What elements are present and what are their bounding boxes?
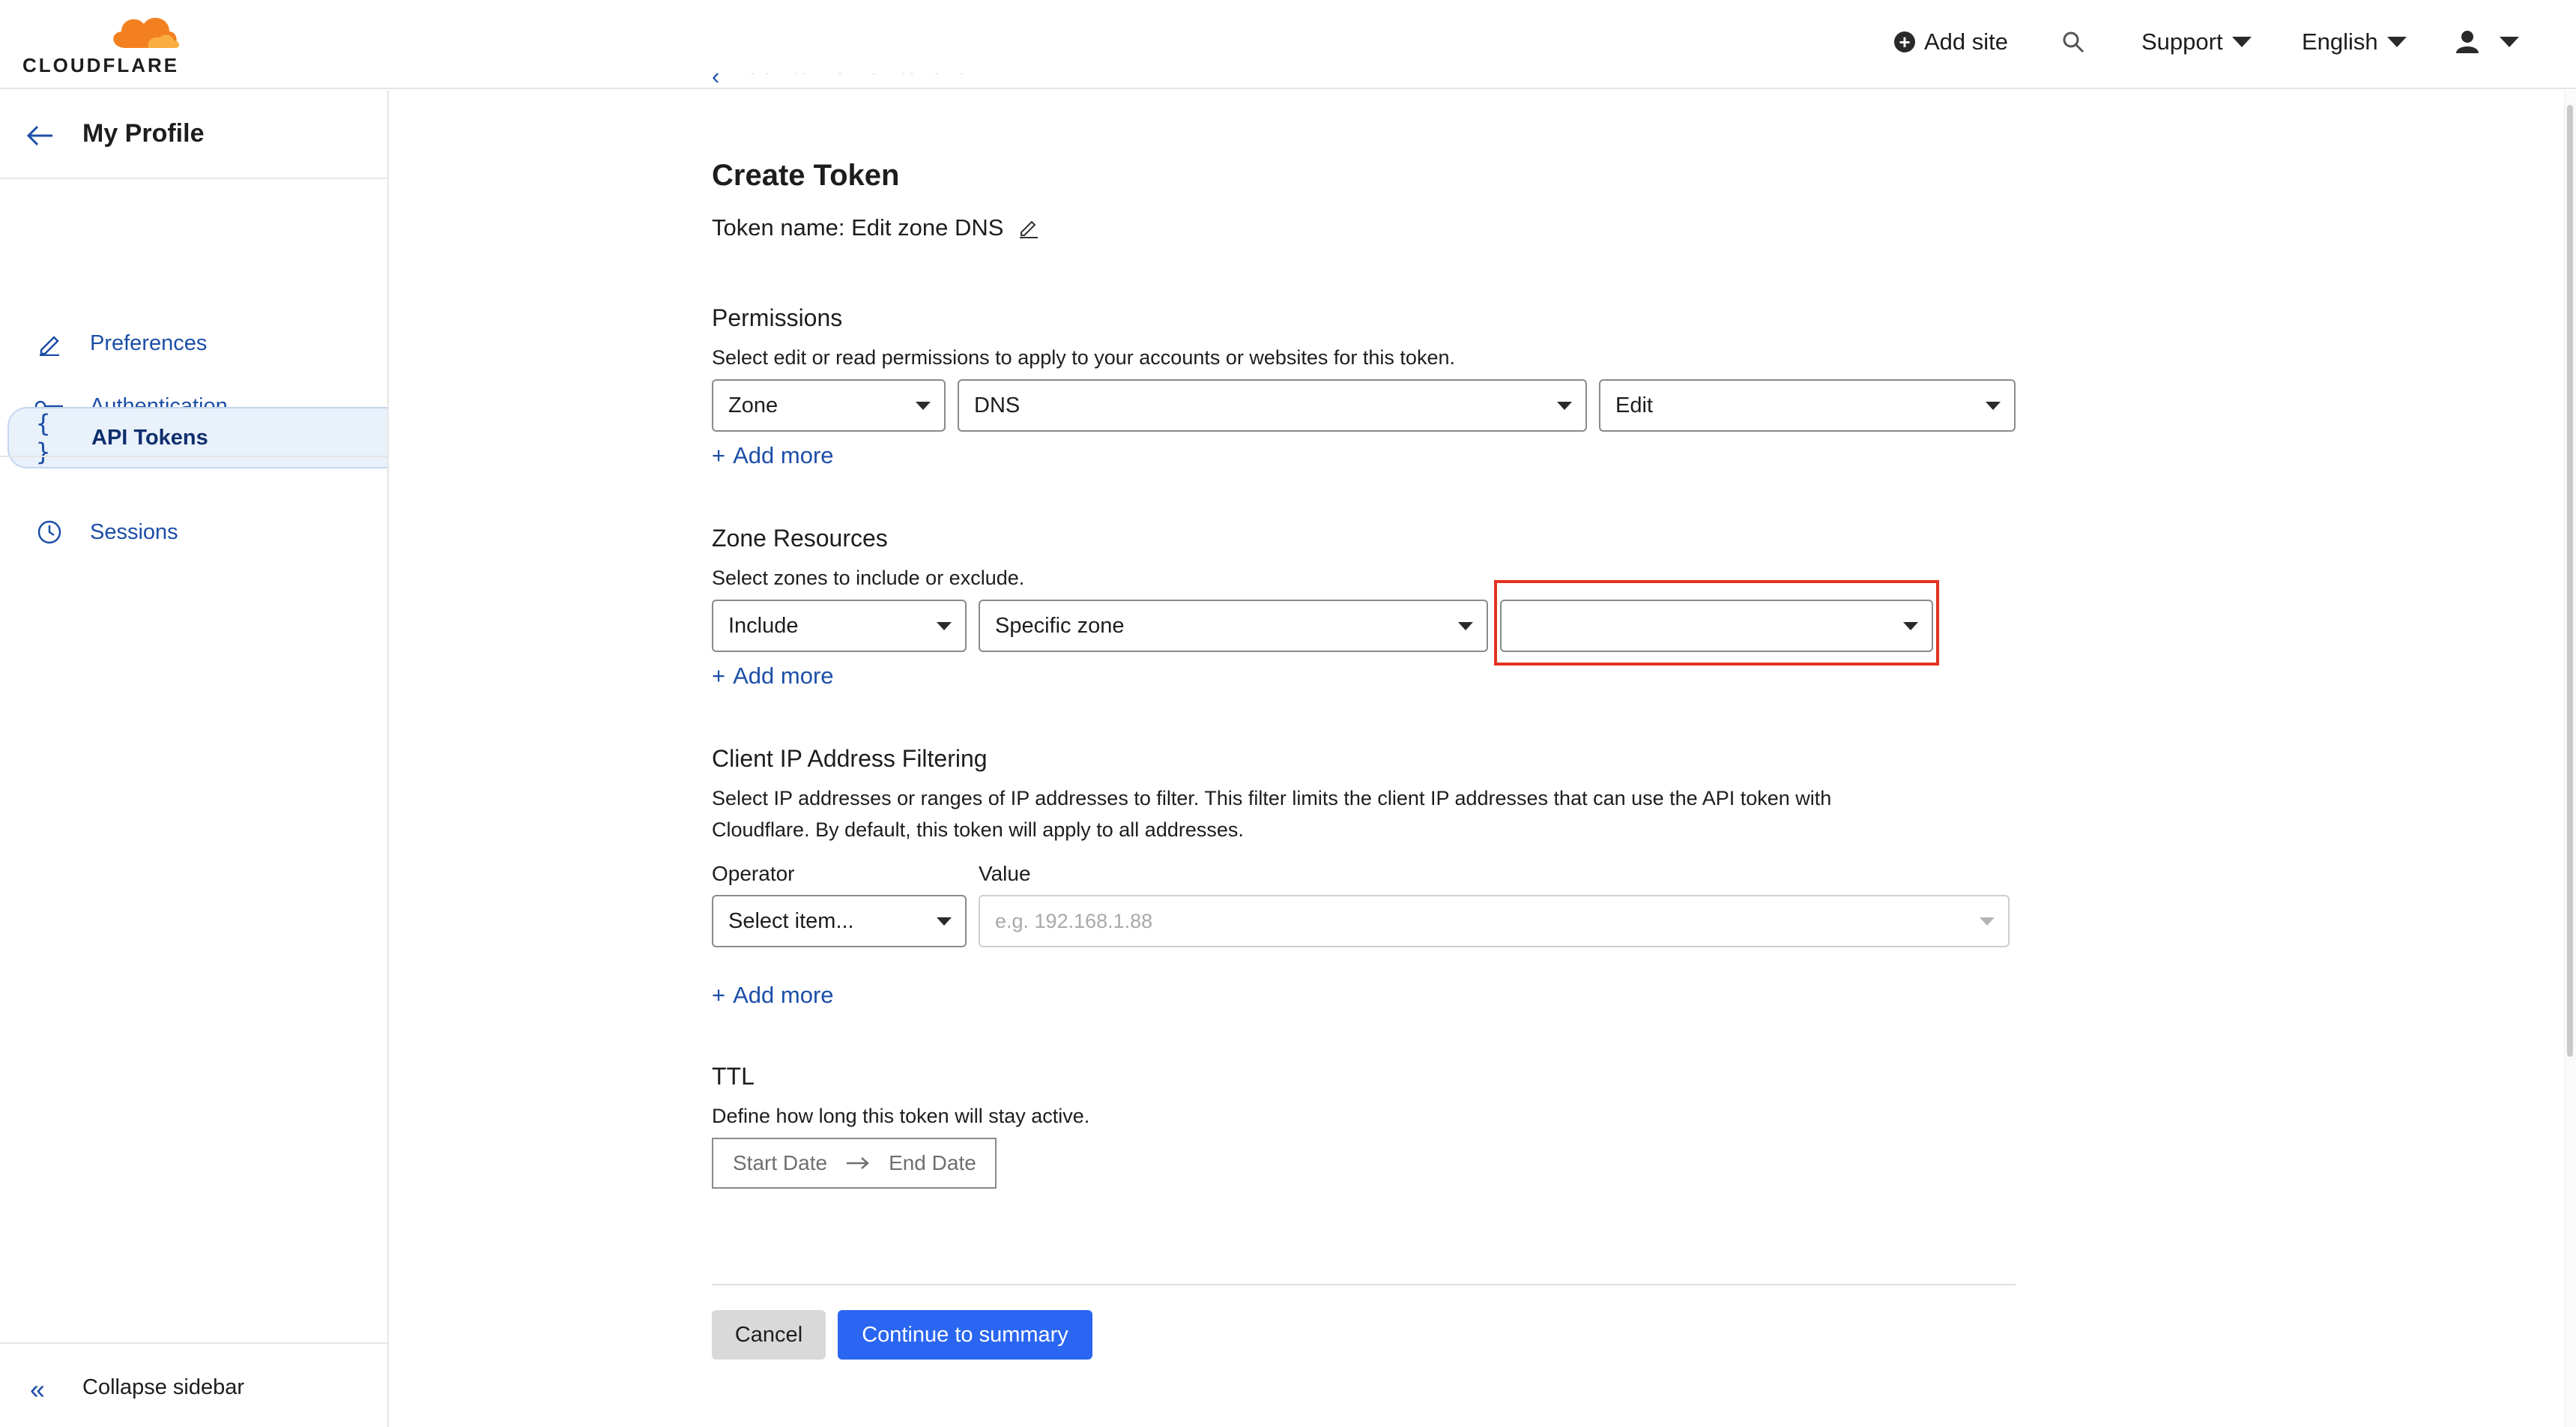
page-title: Create Token: [712, 159, 900, 192]
highlight-box: [1494, 580, 1939, 666]
select-value: Select item...: [728, 908, 854, 933]
token-name: Token name: Edit zone DNS: [712, 214, 1039, 241]
sidebar-title: My Profile: [82, 119, 205, 148]
plus-icon: +: [712, 663, 726, 689]
sidebar-divider: [0, 456, 387, 457]
sidebar-item-preferences[interactable]: Preferences: [7, 313, 387, 374]
collapse-sidebar-button[interactable]: « Collapse sidebar: [0, 1342, 387, 1427]
zone-include-select[interactable]: Include: [712, 600, 967, 652]
select-value: DNS: [974, 393, 1021, 417]
support-label: Support: [2141, 28, 2223, 55]
language-label: English: [2302, 28, 2378, 55]
sidebar-item-label: API Tokens: [91, 425, 208, 450]
chevron-down-icon: [2500, 37, 2519, 47]
arrow-left-icon[interactable]: [25, 121, 55, 151]
search-icon: [2063, 31, 2084, 53]
ip-add-more-link[interactable]: + Add more: [712, 982, 834, 1009]
chevron-down-icon: [2231, 37, 2252, 47]
cloudflare-logo[interactable]: CLOUDFLARE: [22, 10, 187, 76]
sidebar-item-label: Sessions: [90, 519, 178, 544]
ttl-date-range-picker[interactable]: Start Date End Date: [712, 1138, 997, 1189]
sidebar-item-api-tokens[interactable]: { } API Tokens: [7, 407, 387, 468]
permission-level-select[interactable]: Edit: [1599, 379, 2016, 432]
chevron-down-icon: [2386, 37, 2407, 47]
cancel-button[interactable]: Cancel: [712, 1310, 826, 1360]
footer-divider: [712, 1284, 2016, 1285]
user-icon: [2456, 31, 2479, 53]
zone-resources-title: Zone Resources: [712, 525, 888, 552]
value-placeholder: e.g. 192.168.1.88: [995, 909, 1153, 932]
sidebar-item-sessions[interactable]: Sessions: [7, 501, 387, 563]
edit-pencil-icon[interactable]: [1018, 217, 1039, 238]
token-name-text: Token name: Edit zone DNS: [712, 214, 1004, 241]
back-to-tokens-link[interactable]: ‹ Back to view all tokens: [712, 73, 967, 102]
user-menu[interactable]: [2455, 27, 2519, 57]
select-value: Include: [728, 613, 799, 638]
search-button[interactable]: [2061, 27, 2086, 57]
ttl-title: TTL: [712, 1063, 755, 1090]
cloud-icon: [113, 17, 180, 48]
collapse-sidebar-label: Collapse sidebar: [82, 1375, 245, 1399]
select-value: Edit: [1615, 393, 1653, 417]
logo-text: CLOUDFLARE: [22, 54, 180, 76]
arrow-right-icon: [847, 1157, 869, 1169]
operator-label: Operator: [712, 862, 795, 885]
chevron-down-icon: [1557, 402, 1572, 410]
select-value: Specific zone: [995, 613, 1125, 638]
value-label: Value: [979, 862, 1031, 885]
chevron-down-icon: [937, 917, 952, 926]
plus-icon: +: [712, 442, 726, 468]
ip-value-input[interactable]: e.g. 192.168.1.88: [979, 895, 2010, 947]
end-date-input[interactable]: End Date: [889, 1151, 976, 1175]
sidebar: My Profile Preferences Authentication { …: [0, 91, 389, 1427]
back-link-text: ‹ Back to view all tokens: [712, 73, 967, 89]
permissions-desc: Select edit or read permissions to apply…: [712, 346, 1455, 369]
select-value: Zone: [728, 393, 778, 417]
double-chevron-left-icon: «: [30, 1374, 46, 1405]
add-more-label: Add more: [733, 982, 834, 1008]
permissions-title: Permissions: [712, 304, 843, 331]
operator-select[interactable]: Select item...: [712, 895, 967, 947]
add-more-label: Add more: [733, 442, 834, 468]
language-menu[interactable]: English: [2302, 27, 2407, 57]
chevron-down-icon: [1458, 622, 1473, 630]
permission-type-select[interactable]: Zone: [712, 379, 946, 432]
chevron-down-icon: [937, 622, 952, 630]
zone-scope-select[interactable]: Specific zone: [979, 600, 1488, 652]
sidebar-header: My Profile: [0, 91, 387, 179]
main-content: ‹ Back to view all tokens Create Token T…: [712, 0, 2023, 1427]
plus-icon: +: [712, 982, 726, 1008]
braces-icon: { }: [36, 409, 51, 466]
add-more-label: Add more: [733, 663, 834, 689]
start-date-input[interactable]: Start Date: [733, 1151, 827, 1175]
continue-to-summary-button[interactable]: Continue to summary: [838, 1310, 1092, 1360]
zone-add-more-link[interactable]: + Add more: [712, 663, 834, 690]
ttl-desc: Define how long this token will stay act…: [712, 1105, 1090, 1127]
sidebar-item-label: Preferences: [90, 331, 208, 355]
chevron-down-icon: [916, 402, 931, 410]
ip-filtering-title: Client IP Address Filtering: [712, 745, 988, 772]
chevron-down-icon: [1980, 917, 1995, 926]
clock-icon: [34, 517, 64, 547]
chevron-down-icon: [1986, 402, 2001, 410]
permissions-add-more-link[interactable]: + Add more: [712, 442, 834, 469]
support-menu[interactable]: Support: [2141, 27, 2252, 57]
ip-filtering-desc: Select IP addresses or ranges of IP addr…: [712, 787, 1832, 841]
pencil-icon: [34, 328, 64, 358]
permission-group-select[interactable]: DNS: [958, 379, 1587, 432]
scrollbar-thumb[interactable]: [2567, 105, 2573, 1057]
